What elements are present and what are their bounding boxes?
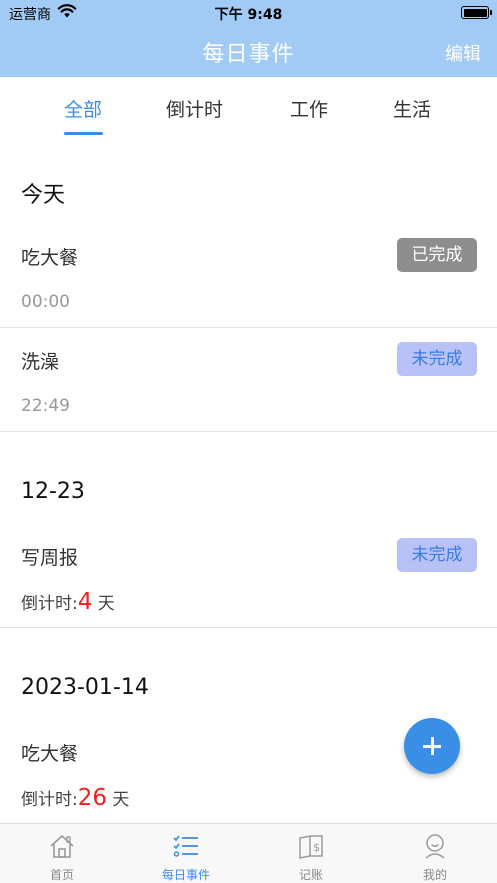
- event-time: 00:00: [21, 292, 70, 312]
- checklist-icon: [173, 835, 198, 857]
- tab-active-indicator: [64, 132, 103, 135]
- ledger-icon: $: [299, 835, 323, 859]
- status-time: 下午 9:48: [214, 7, 283, 23]
- countdown-days: 26: [77, 785, 108, 811]
- home-icon: [50, 835, 74, 858]
- divider: [0, 431, 497, 432]
- tabbar-item-profile[interactable]: 我的: [373, 824, 497, 883]
- date-header: 2023-01-14: [21, 675, 149, 700]
- svg-text:$: $: [313, 841, 320, 854]
- countdown-label: 倒计时:: [21, 790, 78, 810]
- countdown-unit: 天: [97, 594, 115, 614]
- countdown-text: 倒计时:4 天: [21, 589, 115, 615]
- tabbar-label: 我的: [422, 868, 447, 882]
- divider: [0, 627, 497, 628]
- navigation-bar: 运营商 下午 9:48 每日事件 编辑: [0, 0, 497, 77]
- tabbar-item-home[interactable]: 首页: [0, 824, 124, 883]
- tabbar-label: 首页: [49, 868, 74, 882]
- tab-all[interactable]: 全部: [64, 95, 102, 122]
- battery-icon: [461, 6, 492, 19]
- event-title: 吃大餐: [21, 247, 79, 269]
- status-bar: 运营商 下午 9:48: [0, 0, 497, 26]
- tab-life[interactable]: 生活: [393, 95, 431, 122]
- status-badge-todo[interactable]: 未完成: [397, 342, 477, 376]
- event-title: 洗澡: [21, 351, 60, 373]
- tabbar-item-daily-events[interactable]: 每日事件: [124, 824, 248, 883]
- date-header-today: 今天: [21, 183, 66, 208]
- event-time: 22:49: [21, 396, 70, 416]
- countdown-text: 倒计时:26 天: [21, 785, 129, 811]
- date-header: 12-23: [21, 479, 85, 504]
- profile-icon: [425, 834, 445, 859]
- add-event-button[interactable]: [404, 718, 460, 774]
- status-badge-todo[interactable]: 未完成: [397, 538, 477, 572]
- tab-work[interactable]: 工作: [290, 95, 328, 122]
- tabbar-item-ledger[interactable]: $ 记账: [249, 824, 373, 883]
- countdown-label: 倒计时:: [21, 594, 78, 614]
- event-title: 写周报: [21, 547, 79, 569]
- countdown-days: 4: [77, 589, 93, 615]
- bottom-tab-bar: 首页 每日事件 $ 记账 我的: [0, 823, 497, 883]
- event-title: 吃大餐: [21, 743, 79, 765]
- plus-icon-vertical: [431, 737, 434, 755]
- category-tabs: 全部 倒计时 工作 生活: [0, 77, 497, 139]
- divider: [0, 327, 497, 328]
- page-title: 每日事件: [202, 42, 295, 67]
- tab-countdown[interactable]: 倒计时: [166, 95, 223, 122]
- tabbar-label: 每日事件: [161, 868, 210, 882]
- tabbar-label: 记账: [298, 868, 323, 882]
- edit-button[interactable]: 编辑: [445, 40, 481, 66]
- countdown-unit: 天: [112, 790, 130, 810]
- status-badge-done[interactable]: 已完成: [397, 238, 477, 272]
